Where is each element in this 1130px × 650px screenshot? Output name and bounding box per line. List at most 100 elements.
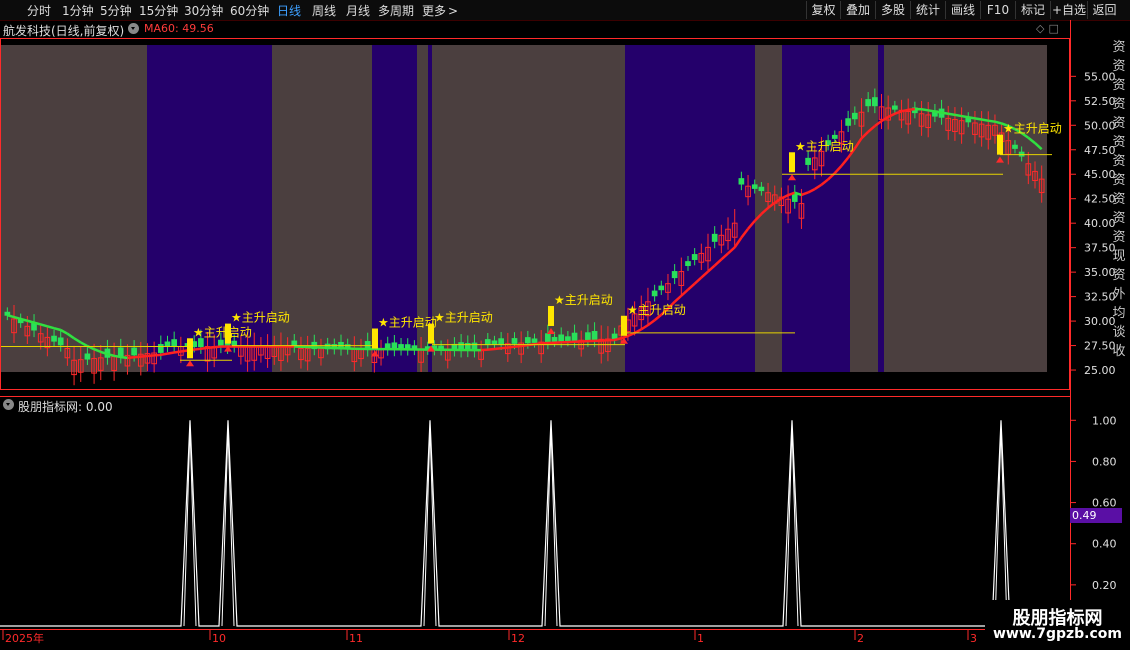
ma-line-segment	[514, 344, 522, 349]
ma-line-segment	[47, 325, 55, 330]
x-axis-label: 12	[511, 632, 525, 645]
right-strip-char: 外	[1112, 287, 1126, 302]
x-axis-label: 3	[970, 632, 977, 645]
signal-bar	[372, 328, 378, 349]
candle-body	[591, 330, 598, 341]
ma-line-segment	[27, 319, 35, 324]
candle-body	[651, 290, 658, 297]
candle-body	[545, 333, 551, 343]
ma-line-segment	[908, 107, 916, 112]
ma-line-segment	[934, 110, 942, 114]
signal-bar	[225, 323, 231, 344]
candle-body	[671, 271, 678, 279]
ma-line-segment	[107, 352, 115, 358]
candle-body	[805, 157, 811, 165]
x-axis-label: 2	[857, 632, 864, 645]
indicator-y-label: 1.00	[1092, 414, 1117, 427]
ma-line-segment	[40, 323, 48, 328]
dropdown-icon[interactable]	[3, 399, 14, 410]
ma-line-segment	[941, 111, 949, 115]
signal-label: ★主升启动	[795, 139, 854, 153]
right-strip-char: 资	[1112, 59, 1126, 74]
ma-line-segment	[501, 346, 508, 350]
watermark: 股朋指标网 www.7gpzb.com	[985, 600, 1130, 650]
ma-line-segment	[140, 354, 148, 358]
candle-body	[157, 344, 164, 353]
background-band	[878, 45, 884, 372]
ma-line-segment	[214, 345, 221, 349]
candle-body	[51, 335, 57, 342]
candle-body	[84, 353, 91, 360]
signal-label: ★主升启动	[193, 325, 252, 339]
background-band	[625, 45, 755, 372]
candle-body	[791, 193, 798, 202]
candle-body	[831, 134, 838, 139]
ma-line-segment	[961, 114, 969, 119]
right-strip-char: 资	[1112, 173, 1126, 188]
signal-label: ★主升启动	[231, 311, 290, 325]
signal-bar	[621, 315, 627, 336]
ma-line-segment	[194, 347, 202, 351]
candle-body	[658, 285, 665, 291]
ma-line-segment	[173, 350, 182, 354]
price-chart[interactable]: 25.0027.5030.0032.5035.0037.5040.0042.50…	[0, 0, 1130, 650]
candle-body	[558, 334, 565, 342]
ma-line-segment	[207, 345, 215, 350]
ma-line-segment	[901, 108, 909, 113]
candle-body	[484, 339, 491, 346]
candle-body	[198, 338, 204, 348]
indicator-header: 股朋指标网: 0.00	[0, 396, 1070, 414]
candle-body	[758, 186, 765, 192]
candle-body	[865, 99, 871, 107]
candle-body	[565, 336, 571, 342]
ma-line-segment	[120, 355, 128, 360]
signal-label: ★主升启动	[434, 311, 493, 325]
ma-line-segment	[167, 351, 175, 355]
ma-line-segment	[948, 112, 956, 117]
ma-line-segment	[160, 352, 168, 357]
candle-body	[117, 347, 124, 357]
candle-body	[491, 340, 498, 345]
candle-body	[171, 339, 177, 348]
ma-line-segment	[974, 117, 982, 121]
signal-label: ★主升启动	[627, 303, 686, 317]
ma-line-segment	[981, 118, 989, 122]
right-strip-char: 收	[1112, 344, 1126, 359]
ma-line-segment	[487, 347, 495, 351]
right-strip-char: 资	[1112, 97, 1126, 112]
candle-body	[851, 112, 858, 120]
x-axis-label: 1	[697, 632, 704, 645]
signal-bar	[548, 305, 554, 326]
background-band	[850, 45, 878, 372]
candle-body	[691, 254, 698, 260]
candle-body	[498, 338, 504, 345]
ma-line-segment	[521, 343, 528, 348]
right-strip-char: 资	[1112, 268, 1126, 283]
candle-body	[525, 337, 531, 344]
indicator-y-label: 0.20	[1092, 579, 1117, 592]
right-strip-char: 现	[1112, 249, 1126, 264]
ma-line-segment	[994, 120, 1002, 125]
right-strip-char: 资	[1112, 40, 1126, 55]
right-strip-char: 资	[1112, 154, 1126, 169]
signal-bar	[428, 323, 434, 344]
candle-body	[738, 178, 745, 185]
ma-line-segment	[614, 337, 622, 342]
candle-body	[131, 347, 137, 356]
ma-line-segment	[481, 348, 488, 352]
ma-line-segment	[147, 354, 155, 358]
ma-line-segment	[180, 349, 188, 353]
indicator-y-label: 0.40	[1092, 538, 1117, 551]
x-axis-label: 10	[212, 632, 226, 645]
ma-line-segment	[928, 109, 936, 113]
indicator-current-value: 0.49	[1070, 508, 1122, 523]
ma-line-segment	[988, 119, 996, 123]
candle-body	[872, 97, 878, 107]
right-strip-char: 资	[1112, 230, 1126, 245]
ma-line-segment	[494, 347, 502, 351]
candle-body	[751, 184, 758, 189]
ma-line-segment	[20, 317, 28, 322]
right-strip-char: 资	[1112, 116, 1126, 131]
indicator-y-label: 0.80	[1092, 455, 1117, 468]
candle-body	[892, 105, 898, 110]
